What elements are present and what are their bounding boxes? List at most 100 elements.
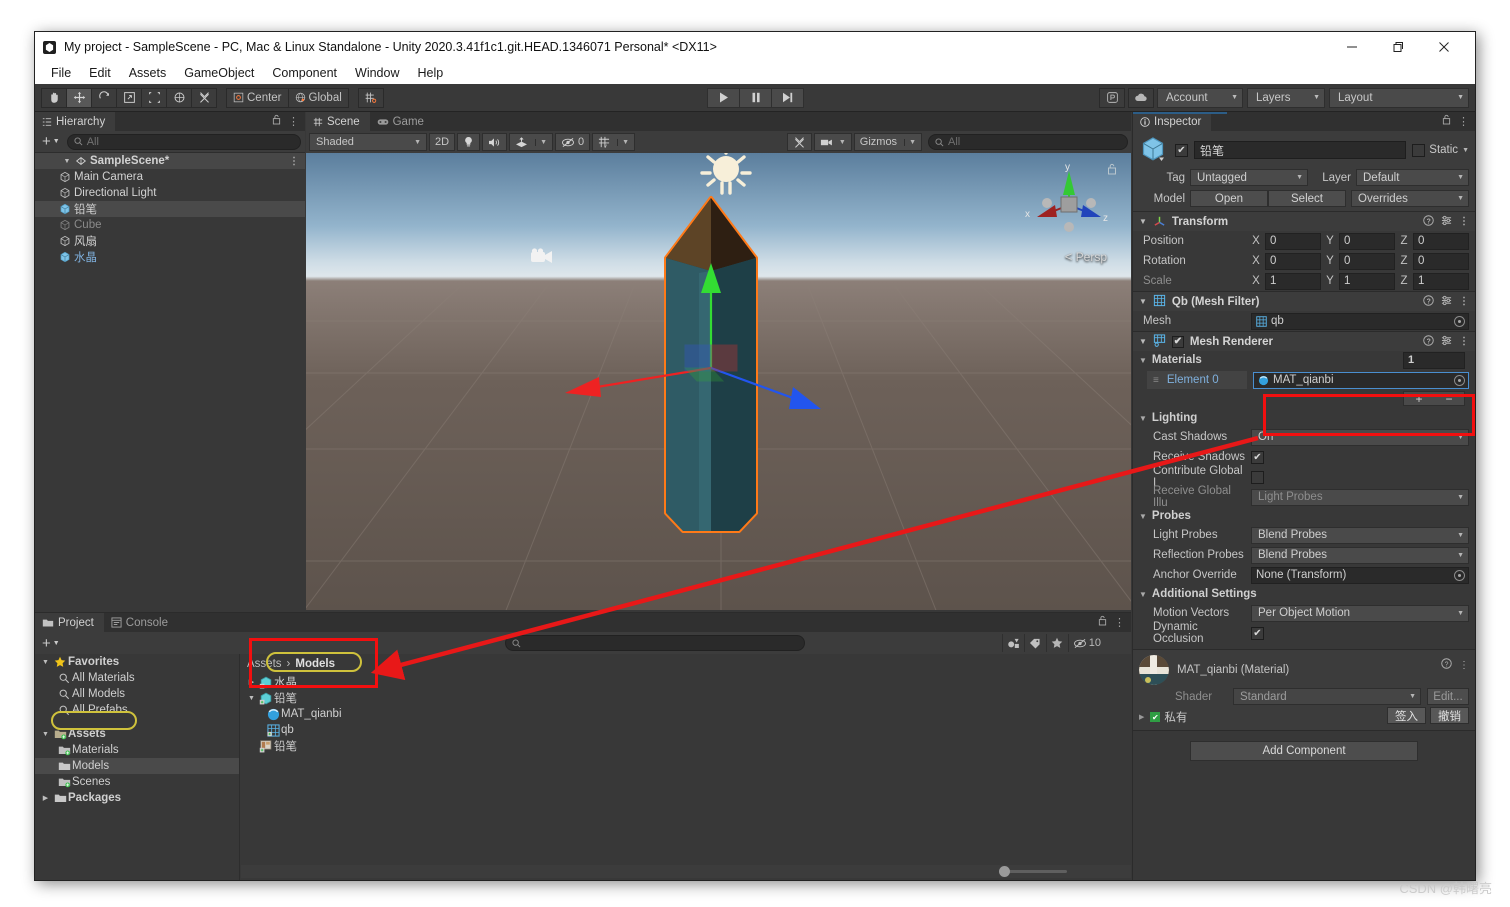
reflection-probes-dropdown[interactable]: Blend Probes▼: [1251, 547, 1469, 564]
menu-assets[interactable]: Assets: [121, 64, 175, 82]
material-menu-icon[interactable]: ⋮: [1459, 660, 1469, 671]
scale-tool-button[interactable]: [116, 88, 142, 108]
cloud-icon[interactable]: [1128, 88, 1154, 108]
pause-button[interactable]: [739, 88, 772, 108]
tree-arrow[interactable]: ▶: [39, 794, 52, 802]
scene-audio-toggle[interactable]: [482, 133, 507, 151]
scale-y-input[interactable]: 1: [1339, 273, 1395, 290]
transform-component-header[interactable]: ▼ Transform ? ⋮: [1133, 211, 1475, 231]
light-probes-dropdown[interactable]: Blend Probes▼: [1251, 527, 1469, 544]
static-checkbox[interactable]: [1412, 144, 1425, 157]
mesh-renderer-enabled-checkbox[interactable]: ✔: [1172, 336, 1184, 348]
hierarchy-scene-row[interactable]: ▼ SampleScene* ⋮: [35, 153, 305, 169]
tab-scene[interactable]: Scene: [306, 112, 370, 131]
hierarchy-create-button[interactable]: +▼: [39, 133, 63, 150]
private-checkbox[interactable]: ✔: [1150, 712, 1160, 722]
gizmo-lock-icon[interactable]: [1107, 163, 1117, 178]
scale-x-input[interactable]: 1: [1265, 273, 1321, 290]
asset-row-qb-mesh[interactable]: qb: [241, 722, 1131, 738]
mesh-picker-icon[interactable]: [1454, 316, 1465, 327]
toggle-2d-button[interactable]: 2D: [429, 133, 455, 151]
close-button[interactable]: [1421, 32, 1467, 62]
project-horizontal-scrollbar[interactable]: [241, 865, 1131, 878]
hierarchy-menu-icon[interactable]: ⋮: [288, 115, 299, 128]
label-filter-icon[interactable]: [1024, 634, 1046, 652]
move-tool-button[interactable]: [66, 88, 92, 108]
project-search-input[interactable]: [505, 635, 805, 651]
project-tree-materials[interactable]: Materials: [35, 742, 239, 758]
drag-handle-icon[interactable]: ≡: [1153, 375, 1159, 386]
rotate-tool-button[interactable]: [91, 88, 117, 108]
asset-arrow[interactable]: ▼: [245, 695, 258, 702]
model-open-button[interactable]: Open: [1190, 190, 1268, 207]
layers-dropdown[interactable]: Layers▼: [1247, 88, 1325, 108]
hierarchy-item-qianbi[interactable]: 铅笔: [35, 201, 305, 217]
project-tree-assets[interactable]: ▼ Assets: [35, 726, 239, 742]
hierarchy-search-input[interactable]: All: [67, 134, 301, 150]
project-tree-packages[interactable]: ▶ Packages: [35, 790, 239, 806]
type-filter-icon[interactable]: [1002, 634, 1024, 652]
step-button[interactable]: [771, 88, 804, 108]
anchor-override-field[interactable]: None (Transform): [1251, 567, 1469, 584]
shading-mode-dropdown[interactable]: Shaded ▼: [309, 133, 427, 151]
expand-arrow-icon[interactable]: ▶: [1139, 713, 1144, 721]
scene-hidden-objects-toggle[interactable]: 0: [555, 133, 590, 151]
help-icon[interactable]: ?: [1423, 295, 1434, 309]
scene-grid-toggle[interactable]: y ▼: [592, 133, 635, 151]
scene-menu-icon[interactable]: ⋮: [289, 156, 299, 167]
menu-window[interactable]: Window: [347, 64, 407, 82]
tab-console[interactable]: Console: [104, 613, 178, 632]
tree-arrow[interactable]: ▼: [39, 659, 52, 666]
favorite-icon[interactable]: [1046, 634, 1068, 652]
minimize-button[interactable]: [1329, 32, 1375, 62]
add-component-button[interactable]: Add Component: [1190, 741, 1418, 761]
help-icon[interactable]: ?: [1423, 215, 1434, 229]
custom-tool-button[interactable]: [191, 88, 217, 108]
grid-snap-button[interactable]: [358, 88, 384, 108]
asset-row-qianbi-texture[interactable]: 铅笔: [241, 738, 1131, 754]
project-tree-models[interactable]: Models: [35, 758, 239, 774]
preset-icon[interactable]: [1441, 215, 1452, 229]
probes-section-header[interactable]: ▼ Probes: [1133, 507, 1475, 525]
hierarchy-item-fengshan[interactable]: 风扇: [35, 233, 305, 249]
lock-icon[interactable]: [272, 114, 281, 128]
material-remove-button[interactable]: −: [1434, 392, 1464, 405]
revert-button[interactable]: 撤销: [1430, 707, 1469, 724]
material-object-field[interactable]: MAT_qianbi: [1253, 372, 1469, 389]
rect-tool-button[interactable]: [141, 88, 167, 108]
contribute-gi-checkbox[interactable]: [1251, 471, 1264, 484]
preset-icon[interactable]: [1441, 295, 1452, 309]
object-enabled-checkbox[interactable]: ✔: [1175, 144, 1188, 157]
materials-size-input[interactable]: 1: [1403, 352, 1465, 369]
hierarchy-item-main-camera[interactable]: Main Camera: [35, 169, 305, 185]
checkin-button[interactable]: 签入: [1387, 707, 1426, 724]
project-menu-icon[interactable]: ⋮: [1114, 616, 1125, 629]
dynamic-occlusion-checkbox[interactable]: ✔: [1251, 627, 1264, 640]
asset-arrow[interactable]: ▶: [245, 678, 258, 686]
project-tree-all-models[interactable]: All Models: [35, 686, 239, 702]
scale-z-input[interactable]: 1: [1413, 273, 1469, 290]
project-tree-all-prefabs[interactable]: All Prefabs: [35, 702, 239, 718]
object-name-field[interactable]: 铅笔: [1194, 141, 1406, 159]
asset-row-qianbi-model[interactable]: ▼ 铅笔: [241, 690, 1131, 706]
hierarchy-item-cube[interactable]: Cube: [35, 217, 305, 233]
scene-lighting-toggle[interactable]: [457, 133, 480, 151]
menu-edit[interactable]: Edit: [81, 64, 119, 82]
rotation-y-input[interactable]: 0: [1339, 253, 1395, 270]
layer-dropdown[interactable]: Default▼: [1356, 169, 1469, 186]
hidden-assets-icon[interactable]: 10: [1068, 634, 1105, 652]
help-icon[interactable]: ?: [1441, 658, 1452, 672]
breadcrumb-models[interactable]: Models: [295, 658, 335, 670]
scene-viewport[interactable]: < Persp y x z: [306, 153, 1131, 610]
layout-dropdown[interactable]: Layout▼: [1329, 88, 1469, 108]
shader-dropdown[interactable]: Standard▼: [1233, 688, 1421, 705]
scene-tools-icon[interactable]: [787, 133, 812, 151]
shader-edit-button[interactable]: Edit...: [1427, 688, 1469, 705]
gizmos-dropdown[interactable]: Gizmos ▼: [854, 133, 922, 151]
tag-dropdown[interactable]: Untagged▼: [1190, 169, 1308, 186]
breadcrumb-assets[interactable]: Assets: [247, 658, 282, 670]
play-button[interactable]: [707, 88, 740, 108]
scene-camera-icon[interactable]: ▼: [814, 133, 852, 151]
mesh-renderer-component-header[interactable]: ▼ ✔ Mesh Renderer ?: [1133, 331, 1475, 351]
scene-fx-toggle[interactable]: ▼: [509, 133, 553, 151]
